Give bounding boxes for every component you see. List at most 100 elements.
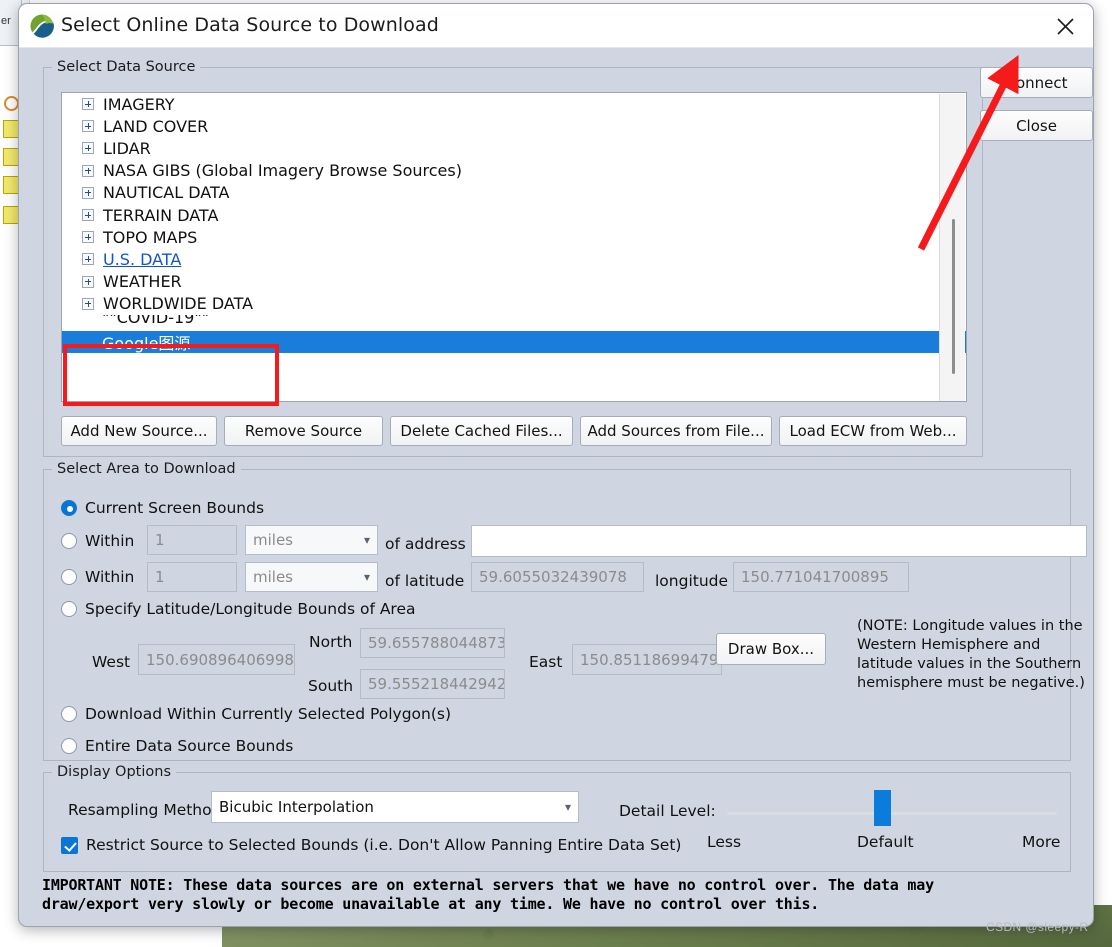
radio-indicator[interactable] <box>61 601 77 617</box>
radio-selected-polygon[interactable]: Download Within Currently Selected Polyg… <box>61 705 451 723</box>
select-data-source-title: Select Data Source <box>52 59 201 75</box>
restrict-source-label: Restrict Source to Selected Bounds (i.e.… <box>86 836 682 854</box>
detail-level-slider-track[interactable] <box>727 812 1057 815</box>
chevron-down-icon: ▾ <box>564 800 571 814</box>
expand-plus-icon[interactable] <box>82 98 94 111</box>
remove-source-button[interactable]: Remove Source <box>224 416 383 446</box>
latitude-input[interactable]: 59.6055032439078 <box>471 562 644 592</box>
within-latlon-unit-select[interactable]: miles ▾ <box>245 562 378 592</box>
list-item[interactable]: TERRAIN DATA <box>62 204 966 226</box>
radio-label: Entire Data Source Bounds <box>85 737 294 755</box>
radio-within-latlon[interactable]: Within <box>61 568 134 586</box>
list-item[interactable]: TOPO MAPS <box>62 226 966 248</box>
within-address-distance-input[interactable]: 1 <box>147 525 237 555</box>
scrollbar-thumb[interactable] <box>952 219 955 374</box>
address-input[interactable] <box>471 525 1087 557</box>
expand-plus-icon[interactable] <box>82 297 94 310</box>
detail-level-slider-thumb[interactable] <box>873 790 891 826</box>
list-item-label: WEATHER <box>103 272 182 292</box>
restrict-source-checkbox-row[interactable]: Restrict Source to Selected Bounds (i.e.… <box>61 836 681 854</box>
background-tab-label: er <box>1 15 11 27</box>
radio-label: Current Screen Bounds <box>85 499 265 517</box>
radio-indicator[interactable] <box>61 738 77 754</box>
list-item[interactable]: U.S. DATA <box>62 248 966 270</box>
radio-within-address[interactable]: Within <box>61 532 134 550</box>
load-ecw-from-web-button[interactable]: Load ECW from Web... <box>779 416 967 446</box>
list-item[interactable]: WEATHER <box>62 271 966 293</box>
restrict-source-checkbox[interactable] <box>61 836 78 854</box>
close-icon[interactable] <box>1037 4 1093 48</box>
within-address-unit-select[interactable]: miles ▾ <box>245 525 378 555</box>
south-input[interactable]: 59.5552184429422 <box>360 669 505 699</box>
within-latlon-distance-input[interactable]: 1 <box>147 562 237 592</box>
hemisphere-note: (NOTE: Longitude values in the Western H… <box>857 618 1085 691</box>
west-label: West <box>92 653 131 671</box>
add-sources-from-file-button[interactable]: Add Sources from File... <box>580 416 772 446</box>
longitude-label: longitude <box>655 572 729 590</box>
west-input[interactable]: 150.690896406998 <box>138 644 295 675</box>
detail-default-label: Default <box>857 833 914 851</box>
resampling-method-select[interactable]: Bicubic Interpolation ▾ <box>211 791 579 823</box>
data-source-list-scrollbar[interactable] <box>939 94 965 401</box>
detail-more-label: More <box>1022 833 1061 851</box>
list-item-label: TOPO MAPS <box>103 227 198 247</box>
expand-plus-icon[interactable] <box>82 164 94 177</box>
list-item[interactable]: IMAGERY <box>62 93 966 115</box>
north-label: North <box>309 633 353 651</box>
close-button[interactable]: Close <box>980 110 1093 141</box>
data-source-list-items: IMAGERY LAND COVER LIDAR NASA GIBS (Global … <box>62 93 966 354</box>
list-item[interactable]: WORLDWIDE DATA <box>62 293 966 315</box>
south-label: South <box>308 677 354 695</box>
expand-plus-icon[interactable] <box>82 209 94 222</box>
list-item-label: TERRAIN DATA <box>103 205 219 225</box>
list-item-label: ""COVID-19"" <box>102 314 210 328</box>
list-item[interactable]: NASA GIBS (Global Imagery Browse Sources… <box>62 160 966 182</box>
radio-entire-data-source-bounds[interactable]: Entire Data Source Bounds <box>61 737 293 755</box>
radio-indicator[interactable] <box>61 706 77 722</box>
radio-current-screen-bounds[interactable]: Current Screen Bounds <box>61 499 264 517</box>
delete-cached-files-button[interactable]: Delete Cached Files... <box>390 416 573 446</box>
list-item[interactable]: LAND COVER <box>62 115 966 137</box>
expand-plus-icon[interactable] <box>82 142 94 155</box>
data-source-list[interactable]: IMAGERY LAND COVER LIDAR NASA GIBS (Global … <box>61 92 967 402</box>
list-item[interactable]: NAUTICAL DATA <box>62 182 966 204</box>
expand-plus-icon[interactable] <box>82 120 94 133</box>
list-item-label: NAUTICAL DATA <box>103 183 230 203</box>
connect-button[interactable]: Connect <box>980 67 1093 98</box>
within-address-unit-value: miles <box>253 531 293 549</box>
of-address-label: of address <box>385 535 466 553</box>
within-latlon-unit-value: miles <box>253 568 293 586</box>
radio-specify-bounds[interactable]: Specify Latitude/Longitude Bounds of Are… <box>61 600 416 618</box>
expand-plus-icon[interactable] <box>82 186 94 199</box>
list-item-label: U.S. DATA <box>103 249 182 269</box>
expand-plus-icon[interactable] <box>82 253 94 266</box>
resampling-method-label: Resampling Method: <box>68 801 227 819</box>
list-item-label: NASA GIBS (Global Imagery Browse Sources… <box>103 161 462 181</box>
watermark: CSDN @sleepy-R <box>986 920 1089 934</box>
add-new-source-button[interactable]: Add New Source... <box>61 416 217 446</box>
warning-line-2: draw/export very slowly or become unavai… <box>42 895 820 913</box>
list-item[interactable]: ""COVID-19"" <box>62 315 966 331</box>
radio-label: Specify Latitude/Longitude Bounds of Are… <box>85 600 416 618</box>
radio-label: Within <box>85 532 135 550</box>
radio-indicator[interactable] <box>61 500 77 516</box>
list-item-label: LAND COVER <box>103 116 209 136</box>
detail-less-label: Less <box>707 833 742 851</box>
east-input[interactable]: 150.851186994791 <box>572 644 722 675</box>
expand-plus-icon[interactable] <box>82 231 94 244</box>
list-item[interactable]: Google图源 <box>62 330 966 354</box>
of-latitude-label: of latitude <box>385 572 465 590</box>
list-item[interactable]: LIDAR <box>62 137 966 159</box>
resampling-method-value: Bicubic Interpolation <box>219 798 374 816</box>
expand-plus-icon[interactable] <box>82 275 94 288</box>
radio-indicator[interactable] <box>61 569 77 585</box>
list-item-label: LIDAR <box>103 138 151 158</box>
draw-box-button[interactable]: Draw Box... <box>716 633 826 665</box>
radio-indicator[interactable] <box>61 533 77 549</box>
radio-label: Download Within Currently Selected Polyg… <box>85 705 452 723</box>
longitude-input[interactable]: 150.771041700895 <box>733 562 909 592</box>
chevron-down-icon: ▾ <box>363 570 370 584</box>
list-item-label: WORLDWIDE DATA <box>103 294 254 314</box>
north-input[interactable]: 59.6557880448734 <box>360 628 505 658</box>
east-label: East <box>529 653 563 671</box>
